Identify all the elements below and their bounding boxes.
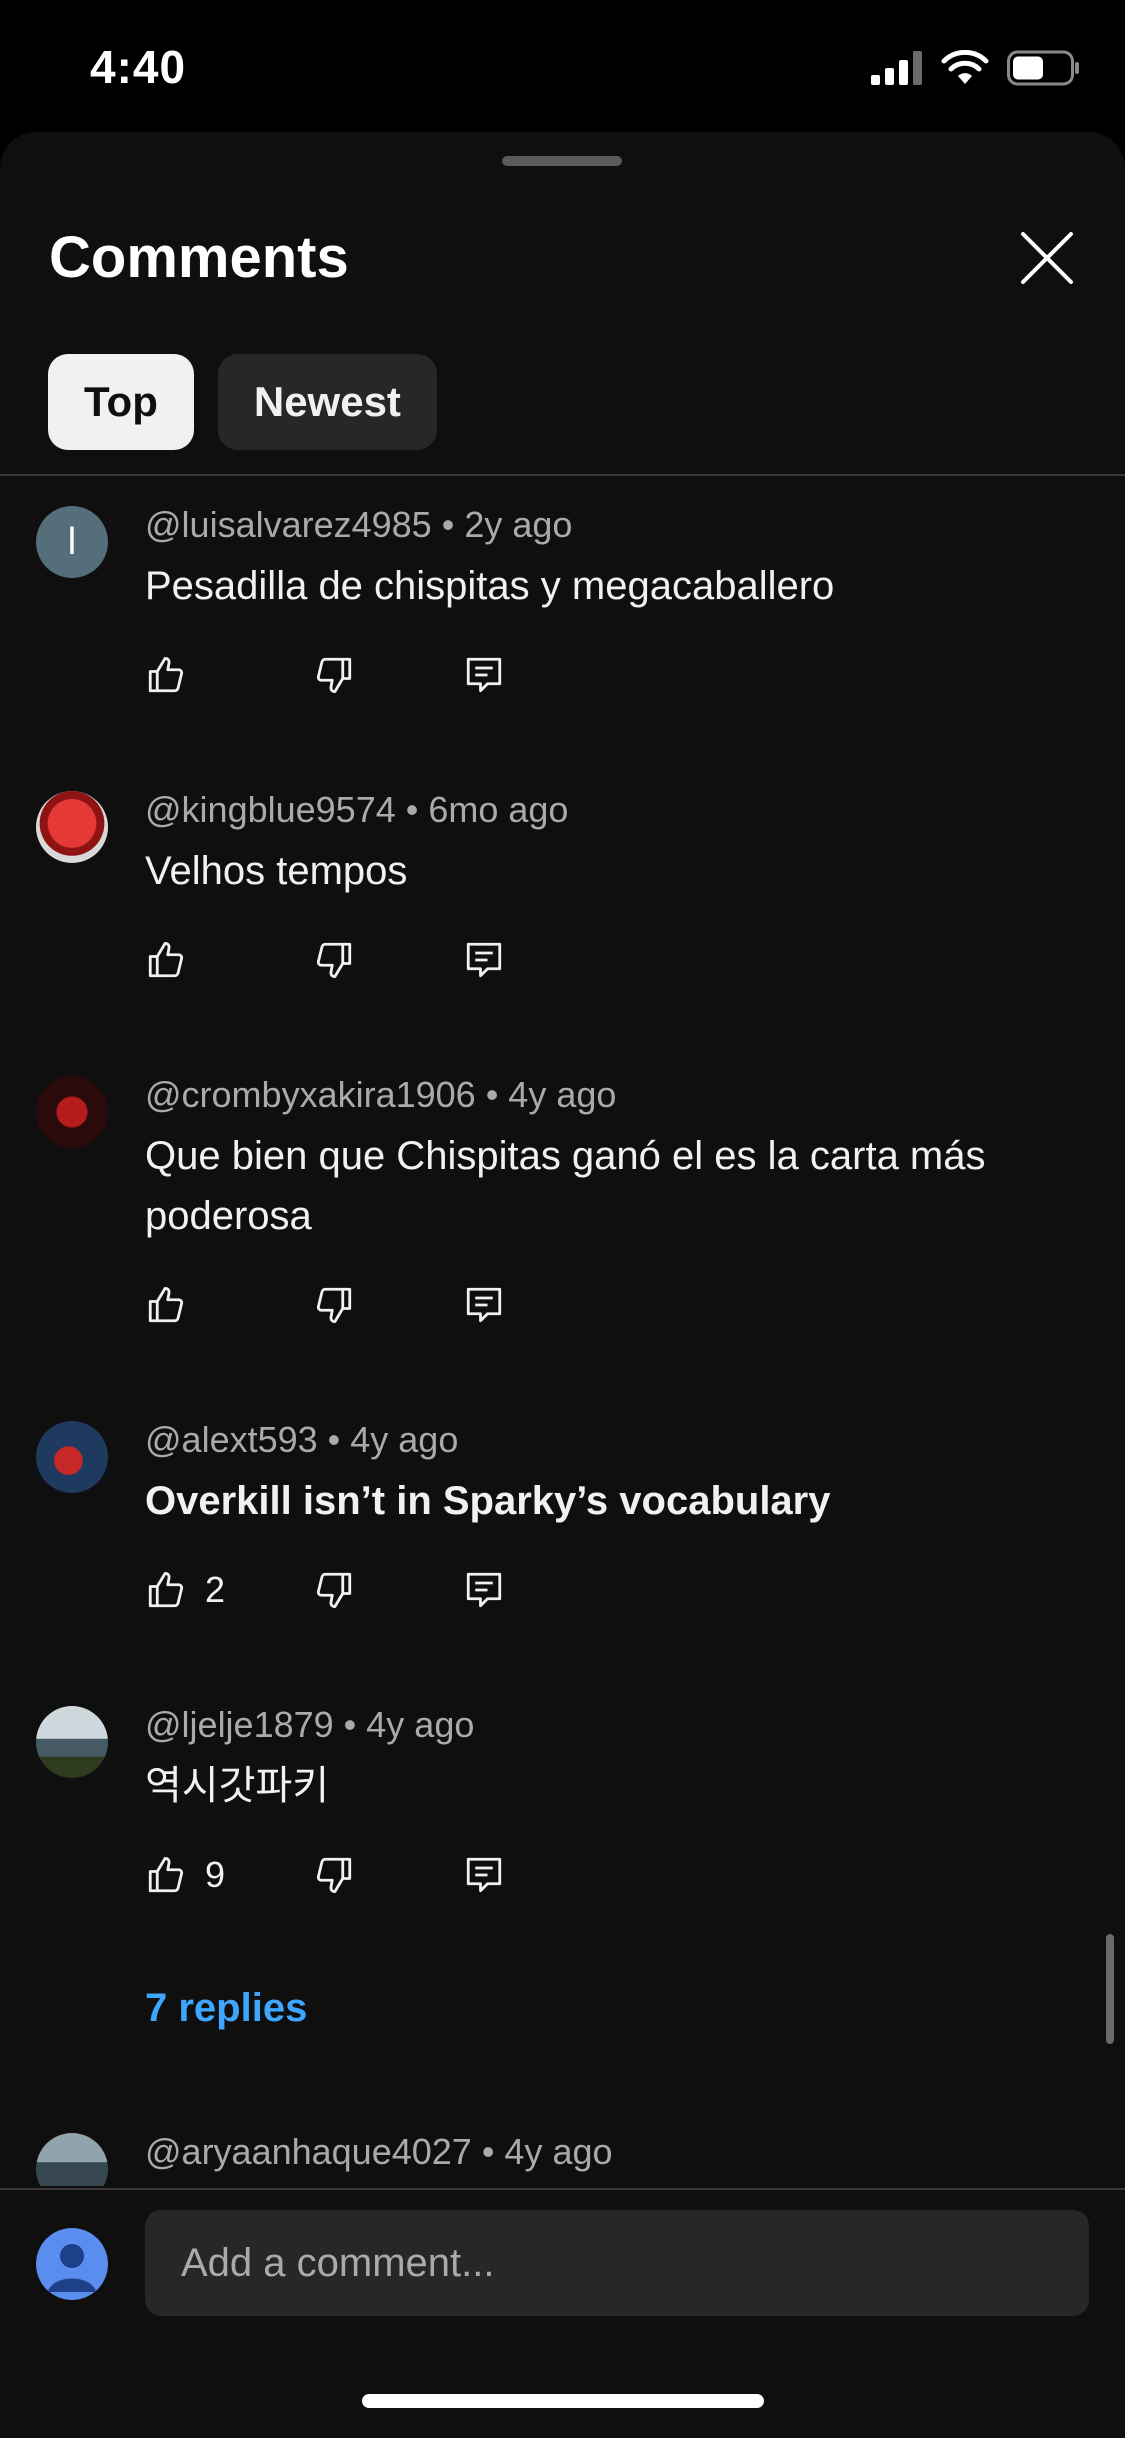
comment-age: 4y ago bbox=[350, 1419, 459, 1460]
comment-author[interactable]: @alext593 bbox=[145, 1419, 318, 1460]
comment-age: 4y ago bbox=[366, 1704, 475, 1745]
comment-actions bbox=[145, 935, 565, 985]
sheet-title: Comments bbox=[49, 225, 349, 290]
comment-age: 2y ago bbox=[464, 504, 573, 545]
reply-button[interactable] bbox=[463, 1280, 505, 1330]
reply-icon bbox=[466, 942, 502, 978]
like-icon bbox=[148, 941, 184, 978]
user-avatar[interactable] bbox=[36, 2228, 108, 2300]
add-comment-placeholder: Add a comment... bbox=[181, 2240, 495, 2285]
dislike-button[interactable] bbox=[313, 935, 355, 985]
avatar[interactable] bbox=[36, 1421, 108, 1493]
like-button[interactable] bbox=[145, 935, 205, 985]
avatar[interactable] bbox=[36, 2133, 108, 2186]
status-time: 4:40 bbox=[90, 41, 187, 93]
avatar[interactable] bbox=[36, 791, 108, 863]
reply-icon bbox=[466, 1857, 502, 1893]
comment-author[interactable]: @aryaanhaque4027 bbox=[145, 2131, 472, 2172]
dislike-icon bbox=[316, 1572, 352, 1609]
comment-author[interactable]: @luisalvarez4985 bbox=[145, 504, 432, 545]
comment-list[interactable]: l @luisalvarez4985 • 2y ago Pesadilla de… bbox=[0, 476, 1125, 2186]
dislike-button[interactable] bbox=[313, 1280, 355, 1330]
reply-button[interactable] bbox=[463, 1850, 505, 1900]
wifi-icon bbox=[941, 50, 989, 84]
close-icon[interactable] bbox=[1017, 228, 1077, 288]
like-button[interactable] bbox=[145, 650, 205, 700]
reply-button[interactable] bbox=[463, 1565, 505, 1615]
comment-actions: 2 bbox=[145, 1565, 565, 1615]
comment-age: 4y ago bbox=[504, 2131, 613, 2172]
comment-meta: @aryaanhaque4027 • 4y ago bbox=[145, 2131, 613, 2172]
comment-author[interactable]: @crombyxakira1906 bbox=[145, 1074, 476, 1115]
tab-newest[interactable]: Newest bbox=[217, 354, 437, 450]
reply-button[interactable] bbox=[463, 650, 505, 700]
reply-button[interactable] bbox=[463, 935, 505, 985]
avatar[interactable] bbox=[36, 1706, 108, 1778]
like-button[interactable]: 9 bbox=[145, 1850, 225, 1900]
avatar-letter: l bbox=[67, 520, 77, 563]
home-indicator bbox=[362, 2394, 764, 2408]
comment-age: 4y ago bbox=[508, 1074, 617, 1115]
comment-text: Velhos tempos bbox=[145, 849, 408, 893]
like-icon bbox=[148, 656, 184, 693]
comment-actions bbox=[145, 1280, 565, 1330]
avatar[interactable]: l bbox=[36, 506, 108, 578]
sort-tabs: Top Newest bbox=[48, 354, 437, 450]
comment-actions: 9 bbox=[145, 1850, 565, 1900]
dislike-icon bbox=[316, 1287, 352, 1324]
comment-meta: @ljelje1879 • 4y ago bbox=[145, 1704, 475, 1745]
comment-text: Overkill isn’t in Sparky’s vocabulary bbox=[145, 1479, 831, 1523]
comment-meta: @luisalvarez4985 • 2y ago bbox=[145, 504, 573, 545]
like-button[interactable] bbox=[145, 1280, 205, 1330]
reply-icon bbox=[466, 1287, 502, 1323]
status-bar: 4:40 bbox=[0, 0, 1125, 130]
avatar[interactable] bbox=[36, 1076, 108, 1148]
like-icon bbox=[148, 1286, 184, 1323]
comment-meta: @crombyxakira1906 • 4y ago bbox=[145, 1074, 617, 1115]
view-replies-link[interactable]: 7 replies bbox=[145, 1986, 307, 2031]
user-icon bbox=[48, 2244, 96, 2292]
like-icon bbox=[148, 1856, 184, 1893]
comment-meta: @kingblue9574 • 6mo ago bbox=[145, 789, 569, 830]
comment-age: 6mo ago bbox=[428, 789, 569, 830]
dislike-button[interactable] bbox=[313, 1850, 355, 1900]
battery-icon bbox=[1007, 50, 1079, 86]
comment-meta: @alext593 • 4y ago bbox=[145, 1419, 459, 1460]
dislike-icon bbox=[316, 657, 352, 694]
dislike-button[interactable] bbox=[313, 1565, 355, 1615]
like-count: 2 bbox=[205, 1569, 226, 1610]
comment-text: Pesadilla de chispitas y megacaballero bbox=[145, 564, 835, 608]
comment-author[interactable]: @kingblue9574 bbox=[145, 789, 396, 830]
like-count: 9 bbox=[205, 1854, 226, 1895]
add-comment-input[interactable]: Add a comment... bbox=[145, 2210, 1089, 2316]
comments-sheet: Comments Top Newest l @luisalvarez4985 •… bbox=[0, 132, 1125, 2436]
comment-text: 역시갓파키 bbox=[145, 1764, 329, 1808]
tab-top[interactable]: Top bbox=[48, 354, 194, 450]
scrollbar[interactable] bbox=[1106, 1934, 1114, 2044]
like-icon bbox=[148, 1571, 184, 1608]
like-button[interactable]: 2 bbox=[145, 1565, 225, 1615]
dislike-icon bbox=[316, 942, 352, 979]
reply-icon bbox=[466, 1572, 502, 1608]
comment-author[interactable]: @ljelje1879 bbox=[145, 1704, 334, 1745]
signal-icon bbox=[871, 51, 922, 85]
comment-text: Que bien que Chispitas ganó el es la car… bbox=[145, 1134, 986, 1238]
reply-icon bbox=[466, 657, 502, 693]
dislike-icon bbox=[316, 1857, 352, 1894]
comment-actions bbox=[145, 650, 565, 700]
drag-handle[interactable] bbox=[502, 156, 622, 166]
dislike-button[interactable] bbox=[313, 650, 355, 700]
